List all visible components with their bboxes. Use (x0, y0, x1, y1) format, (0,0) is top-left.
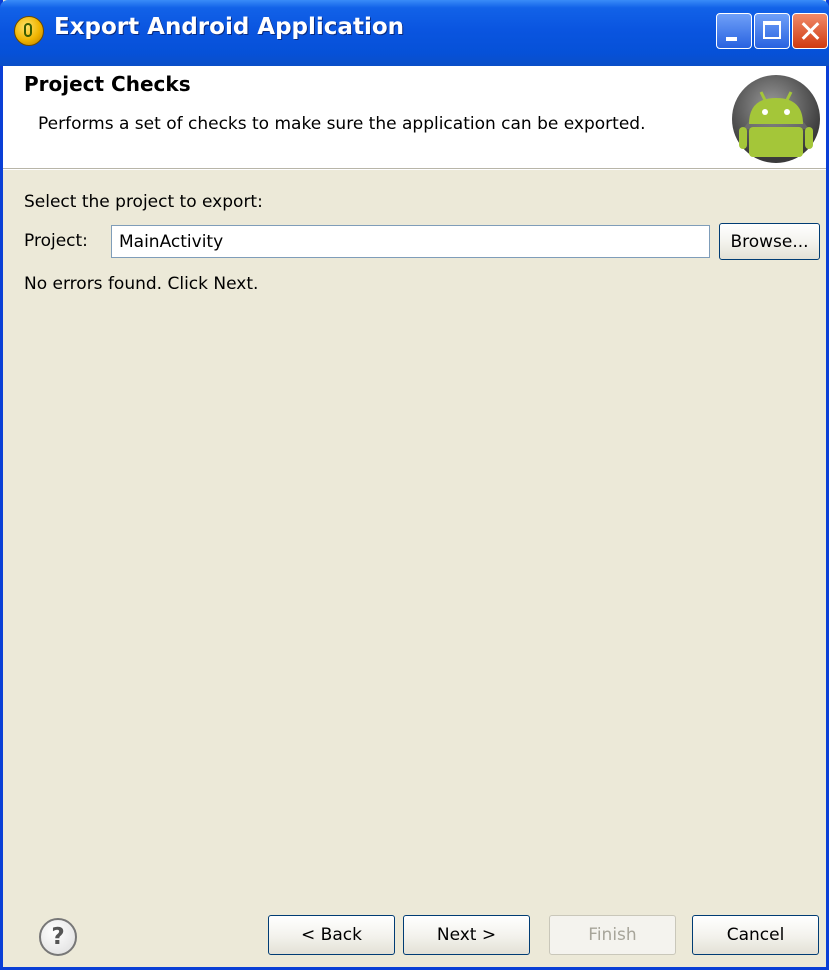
eclipse-app-icon (14, 16, 44, 46)
cancel-button[interactable]: Cancel (692, 915, 819, 955)
close-button[interactable] (792, 13, 828, 49)
maximize-icon (763, 21, 781, 39)
finish-button: Finish (549, 915, 676, 955)
back-button[interactable]: < Back (268, 915, 395, 955)
title-bar[interactable]: Export Android Application (0, 0, 829, 66)
maximize-button[interactable] (754, 13, 790, 49)
help-icon[interactable]: ? (39, 918, 77, 956)
export-dialog: Export Android Application Project Check… (0, 0, 829, 970)
next-button[interactable]: Next > (403, 915, 530, 955)
android-logo-icon (732, 75, 820, 163)
select-project-label: Select the project to export: (24, 192, 263, 212)
header-divider (3, 169, 826, 170)
status-message: No errors found. Click Next. (24, 274, 259, 294)
project-input[interactable] (111, 225, 710, 258)
page-description: Performs a set of checks to make sure th… (38, 114, 646, 134)
minimize-button[interactable] (716, 13, 752, 49)
minimize-icon (726, 37, 737, 41)
wizard-header: Project Checks Performs a set of checks … (3, 66, 826, 169)
browse-button[interactable]: Browse... (719, 223, 820, 260)
project-label: Project: (24, 231, 88, 251)
page-title: Project Checks (24, 72, 191, 96)
window-title: Export Android Application (54, 14, 404, 40)
